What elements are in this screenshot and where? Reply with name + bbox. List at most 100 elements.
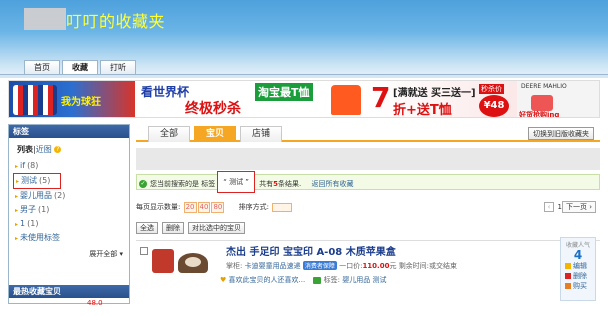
product-image-part bbox=[152, 249, 174, 273]
item-links: ♥ 喜欢此宝贝的人还喜欢... 标签: 婴儿用品 测试 bbox=[220, 275, 387, 285]
expand-all-link[interactable]: 展开全部 ▾ bbox=[9, 249, 129, 259]
main-tabs: 全部 宝贝 店铺 切换到旧版收藏夹 bbox=[136, 124, 600, 142]
delete-label: 删除 bbox=[573, 272, 587, 280]
nav-tab-inquire[interactable]: 打听 bbox=[100, 60, 136, 74]
next-page-button[interactable]: 下一页 › bbox=[561, 201, 596, 213]
tag-list: ▸ if (8) ▸ 测试 (5) ▸ 婴儿用品 (2) ▸ 男子 (1) ▸ 1 (1) ▸ 未使用… bbox=[9, 159, 129, 245]
compare-button[interactable]: 对比选中的宝贝 bbox=[188, 222, 245, 234]
filter-band bbox=[136, 148, 600, 170]
search-result-bar: ✓ 您当前搜索的是 标签 “ 测试 ” 共有5条结果. 返回所有收藏 bbox=[136, 171, 600, 193]
buy-link[interactable]: 购买 bbox=[561, 281, 595, 291]
list-controls: 每页显示数量: 20 40 80 排序方式: ‹ 1 下一页 › bbox=[136, 200, 600, 214]
cart-icon bbox=[565, 283, 571, 289]
item-title-link[interactable]: 杰出 手足印 宝宝印 A-08 木质苹果盒 bbox=[226, 243, 396, 258]
item-price: 110.00 bbox=[362, 262, 390, 270]
nav-tabs: 首页 收藏 打听 bbox=[24, 60, 136, 75]
list-item: 杰出 手足印 宝宝印 A-08 木质苹果盒 掌柜: 卡迪婴童用品速递 消费者保障… bbox=[136, 237, 600, 304]
tag-name: 1 bbox=[20, 219, 26, 228]
tab-all[interactable]: 全部 bbox=[148, 126, 190, 142]
tab-shops[interactable]: 店铺 bbox=[240, 126, 282, 142]
prev-page-button[interactable]: ‹ bbox=[544, 202, 554, 212]
delete-link[interactable]: 删除 bbox=[561, 271, 595, 281]
ad-seckill-line1: 看世界杯 bbox=[141, 85, 190, 99]
tag-count: (1) bbox=[27, 219, 39, 228]
related-items-link[interactable]: 喜欢此宝贝的人还喜欢... bbox=[229, 276, 306, 284]
heart-icon: ♥ bbox=[220, 276, 227, 284]
ad-worldcup[interactable]: 我为球狂 bbox=[9, 81, 135, 117]
edit-link[interactable]: 编辑 bbox=[561, 261, 595, 271]
result-prefix: 您当前搜索的是 标签 bbox=[150, 180, 216, 188]
item-tag-test[interactable]: 测试 bbox=[373, 276, 387, 284]
edit-label: 编辑 bbox=[573, 262, 587, 270]
sidebar-view-switch: 列表|近图 ? bbox=[17, 145, 62, 154]
tag-item-test[interactable]: ▸ 测试 (5) bbox=[13, 173, 61, 189]
result-tag: “ 测试 ” bbox=[217, 171, 255, 193]
item-side-panel: 收藏人气 4 编辑 删除 购买 bbox=[560, 237, 596, 301]
bullet-icon: ▸ bbox=[15, 207, 19, 214]
tag-icon bbox=[313, 276, 322, 284]
nav-tab-favorites[interactable]: 收藏 bbox=[62, 60, 98, 75]
ad-discount-line1: [满就送 买三送一] bbox=[393, 88, 476, 99]
sort-label: 排序方式: bbox=[238, 203, 269, 211]
ad-brand[interactable]: DEERE MAHLIO 好货抢购ing bbox=[517, 81, 599, 117]
tag-item-unused[interactable]: ▸ 未使用标签 bbox=[9, 231, 129, 245]
tag-item-baby[interactable]: ▸ 婴儿用品 (2) bbox=[9, 189, 129, 203]
seller-label: 掌柜: bbox=[226, 262, 243, 270]
sidebar-hot-price: 48.0 bbox=[87, 299, 103, 307]
ad-seckill-line2: 终极秒杀 bbox=[185, 101, 241, 117]
help-icon[interactable]: ? bbox=[54, 146, 62, 153]
delete-icon bbox=[565, 273, 571, 279]
header-divider bbox=[0, 74, 608, 78]
logo-placeholder bbox=[24, 8, 66, 30]
main-content: 全部 宝贝 店铺 切换到旧版收藏夹 ✓ 您当前搜索的是 标签 “ 测试 ” 共有5条… bbox=[136, 124, 600, 304]
ad-banner[interactable]: 我为球狂 看世界杯 终极秒杀 淘宝最T恤 7 [满就送 买三送一] 折+送T恤 … bbox=[8, 80, 600, 118]
tab-items[interactable]: 宝贝 bbox=[194, 126, 236, 142]
site-header: 叮叮的收藏夹 首页 收藏 打听 bbox=[0, 0, 608, 78]
result-mid: 共有 bbox=[259, 180, 274, 188]
expand-all-label: 展开全部 bbox=[89, 250, 118, 258]
item-tag-label: 标签: bbox=[323, 276, 341, 284]
sidebar-hot-title: 最热收藏宝贝 bbox=[9, 285, 129, 298]
item-tag-baby[interactable]: 婴儿用品 bbox=[342, 276, 370, 284]
tag-item-if[interactable]: ▸ if (8) bbox=[9, 159, 129, 173]
next-page-label: 下一页 bbox=[565, 203, 587, 211]
per-page-20[interactable]: 20 bbox=[183, 202, 197, 213]
item-checkbox[interactable] bbox=[140, 247, 148, 255]
ad-discount-line2: 折+送T恤 bbox=[393, 103, 452, 118]
select-all-button[interactable]: 全选 bbox=[136, 222, 158, 234]
tag-item-1[interactable]: ▸ 1 (1) bbox=[9, 217, 129, 231]
popularity-count: 4 bbox=[573, 248, 583, 262]
consumer-protection-badge: 消费者保障 bbox=[302, 261, 337, 270]
per-page-40[interactable]: 40 bbox=[197, 202, 211, 213]
nav-tab-home[interactable]: 首页 bbox=[24, 60, 60, 74]
tag-name: 男子 bbox=[20, 205, 37, 214]
seller-link[interactable]: 卡迪婴童用品速递 bbox=[245, 262, 301, 270]
tag-item-men[interactable]: ▸ 男子 (1) bbox=[9, 203, 129, 217]
per-page-80[interactable]: 80 bbox=[211, 202, 225, 213]
view-recent[interactable]: 近图 bbox=[36, 145, 52, 154]
price-unit: 元 bbox=[389, 262, 397, 270]
bulk-actions: 全选 删除 对比选中的宝贝 bbox=[136, 222, 600, 236]
tag-name: 测试 bbox=[21, 176, 38, 185]
ad-discount-badge: 秒杀价 bbox=[479, 84, 504, 94]
tag-sidebar: 标签 列表|近图 ? ▸ if (8) ▸ 测试 (5) ▸ 婴儿用品 (2) ▸ 男子 (1)… bbox=[8, 124, 130, 307]
bullet-icon: ▸ bbox=[15, 235, 19, 242]
ad-discount[interactable]: 7 [满就送 买三送一] 折+送T恤 秒杀价 ¥48 bbox=[367, 81, 517, 118]
item-thumbnail[interactable] bbox=[152, 243, 212, 277]
ad-discount-price: ¥48 bbox=[479, 95, 509, 117]
tag-count: (8) bbox=[27, 161, 39, 170]
tag-count: (2) bbox=[54, 191, 66, 200]
tag-count: (5) bbox=[39, 176, 51, 185]
site-title: 叮叮的收藏夹 bbox=[66, 12, 166, 31]
back-to-all-link[interactable]: 返回所有收藏 bbox=[312, 180, 354, 188]
tshirt-icon bbox=[331, 85, 361, 115]
ad-discount-number: 7 bbox=[371, 81, 391, 114]
switch-old-version-button[interactable]: 切换到旧版收藏夹 bbox=[528, 127, 594, 140]
ad-seckill[interactable]: 看世界杯 终极秒杀 淘宝最T恤 bbox=[135, 81, 367, 117]
sort-select[interactable] bbox=[271, 202, 292, 212]
pencil-icon bbox=[565, 263, 571, 269]
delete-button[interactable]: 删除 bbox=[162, 222, 184, 234]
flag-image bbox=[13, 85, 57, 115]
tag-name: if bbox=[20, 161, 26, 170]
view-list[interactable]: 列表 bbox=[17, 145, 33, 154]
